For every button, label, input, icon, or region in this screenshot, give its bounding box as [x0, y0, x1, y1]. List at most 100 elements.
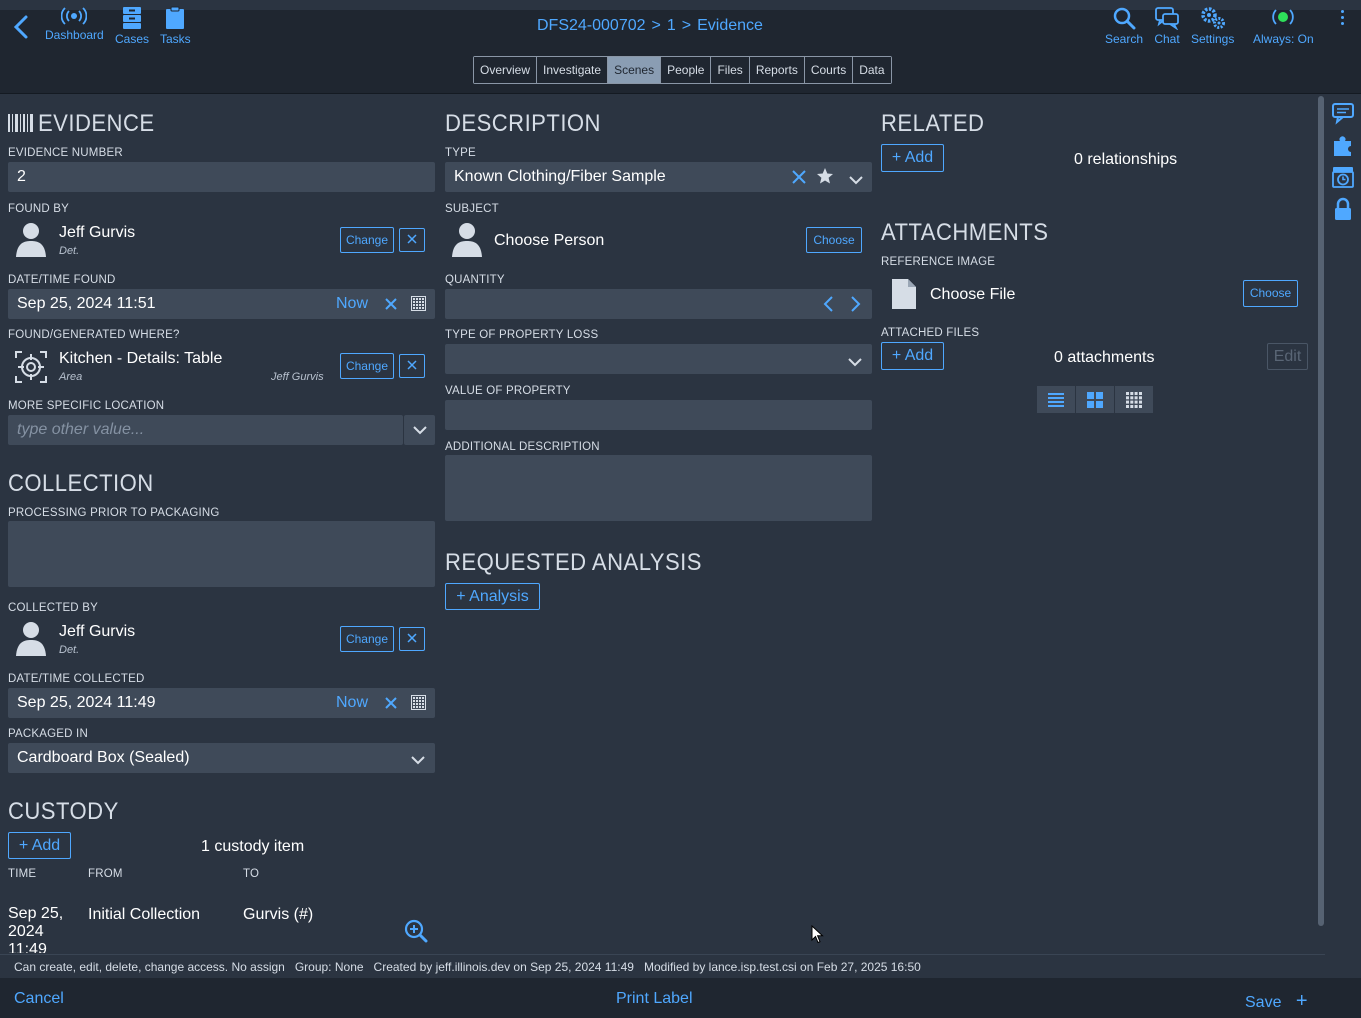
related-add-button[interactable]: + Add: [881, 144, 944, 172]
modified-info: Modified by lance.isp.test.csi on Feb 27…: [643, 960, 921, 974]
calendar-icon[interactable]: [411, 296, 426, 316]
subject-value[interactable]: Choose Person: [494, 232, 604, 250]
side-toolbar: [1330, 100, 1358, 228]
custody-add-button[interactable]: + Add: [8, 832, 71, 859]
nav-always-on[interactable]: Always: On: [1253, 6, 1314, 46]
found-where-name[interactable]: Kitchen - Details: Table: [59, 350, 222, 368]
datetime-collected-now-button[interactable]: Now: [336, 694, 368, 712]
clipboard-icon: [166, 6, 185, 29]
packaged-select[interactable]: Cardboard Box (Sealed): [8, 743, 435, 773]
breadcrumb-case[interactable]: DFS24-000702: [537, 17, 646, 34]
custody-col-time: TIME: [8, 868, 37, 880]
tab-reports[interactable]: Reports: [749, 57, 805, 83]
attachments-add-button[interactable]: + Add: [881, 342, 944, 370]
evidence-number-input[interactable]: 2: [8, 162, 435, 192]
back-icon[interactable]: [10, 14, 34, 40]
area-target-icon: [14, 350, 48, 389]
found-where-change-button[interactable]: Change: [340, 353, 394, 379]
chevron-down-icon[interactable]: [849, 172, 863, 190]
evidence-number-label: EVIDENCE NUMBER: [8, 147, 123, 159]
attachments-edit-button[interactable]: Edit: [1267, 343, 1308, 370]
nav-cases-label: Cases: [115, 32, 150, 46]
chevron-down-icon[interactable]: [411, 752, 425, 770]
type-select[interactable]: Known Clothing/Fiber Sample: [445, 162, 872, 192]
packaged-value: Cardboard Box (Sealed): [17, 749, 190, 766]
found-by-name[interactable]: Jeff Gurvis: [59, 224, 135, 242]
tab-overview[interactable]: Overview: [474, 57, 538, 83]
datetime-found-input[interactable]: Sep 25, 2024 11:51: [8, 289, 435, 319]
lock-icon[interactable]: [1330, 196, 1358, 224]
nav-always-label: Always: On: [1253, 32, 1314, 46]
nav-dashboard[interactable]: Dashboard: [45, 6, 104, 42]
datetime-collected-clear-icon[interactable]: [384, 696, 398, 715]
collected-by-change-button[interactable]: Change: [340, 626, 394, 652]
property-value-input[interactable]: [445, 400, 872, 430]
specific-location-dropdown[interactable]: [404, 415, 435, 445]
found-where-label: FOUND/GENERATED WHERE?: [8, 329, 180, 341]
related-count: 0 relationships: [1074, 151, 1178, 168]
zoom-in-icon[interactable]: [404, 919, 428, 948]
tab-bar: Overview Investigate Scenes People Files…: [473, 56, 892, 84]
nav-chat[interactable]: Chat: [1154, 6, 1180, 46]
more-menu-icon[interactable]: [1338, 10, 1346, 28]
found-by-clear-button[interactable]: [399, 228, 425, 252]
cancel-button[interactable]: Cancel: [14, 990, 64, 1008]
datetime-collected-input[interactable]: Sep 25, 2024 11:49: [8, 688, 435, 718]
type-value: Known Clothing/Fiber Sample: [454, 168, 666, 185]
cabinet-icon: [123, 7, 141, 29]
evidence-heading: EVIDENCE: [38, 110, 155, 137]
person-icon: [14, 620, 48, 661]
type-clear-icon[interactable]: [791, 169, 807, 190]
nav-cases[interactable]: Cases: [115, 6, 149, 46]
tab-courts[interactable]: Courts: [804, 57, 854, 83]
grid-view-icon[interactable]: [1076, 386, 1115, 413]
print-label-button[interactable]: Print Label: [616, 990, 693, 1008]
list-view-icon[interactable]: [1037, 386, 1076, 413]
breadcrumb-scene[interactable]: 1: [667, 17, 676, 34]
calendar-icon[interactable]: [411, 695, 426, 715]
processing-textarea[interactable]: [8, 521, 435, 587]
datetime-found-clear-icon[interactable]: [384, 297, 398, 316]
subject-choose-button[interactable]: Choose: [806, 227, 862, 253]
collected-by-clear-button[interactable]: [399, 627, 425, 651]
tab-investigate[interactable]: Investigate: [537, 57, 609, 83]
additional-description-textarea[interactable]: [445, 455, 872, 521]
chevron-down-icon[interactable]: [848, 354, 862, 372]
reference-image-value[interactable]: Choose File: [930, 286, 1015, 304]
chevron-right-icon[interactable]: [850, 295, 862, 318]
found-by-change-button[interactable]: Change: [340, 227, 394, 253]
specific-location-input[interactable]: type other value...: [8, 415, 403, 445]
custody-add-label: Add: [31, 837, 61, 854]
tab-files[interactable]: Files: [711, 57, 750, 83]
small-grid-view-icon[interactable]: [1115, 386, 1154, 413]
datetime-found-now-button[interactable]: Now: [336, 295, 368, 313]
packaged-label: PACKAGED IN: [8, 728, 88, 740]
collected-by-name[interactable]: Jeff Gurvis: [59, 623, 135, 641]
star-icon[interactable]: [816, 167, 834, 190]
gears-icon: [1200, 7, 1225, 29]
chevron-left-icon[interactable]: [822, 295, 834, 318]
nav-search-label: Search: [1105, 32, 1144, 46]
quantity-stepper[interactable]: [445, 289, 872, 319]
comments-icon[interactable]: [1330, 100, 1358, 128]
nav-settings[interactable]: Settings: [1191, 6, 1234, 46]
history-icon[interactable]: [1330, 164, 1358, 192]
property-value-label: VALUE OF PROPERTY: [445, 385, 571, 397]
found-where-clear-button[interactable]: [399, 354, 425, 378]
access-info: Can create, edit, delete, change access.…: [14, 960, 285, 974]
tab-data[interactable]: Data: [853, 57, 891, 83]
property-loss-select[interactable]: [445, 344, 872, 374]
reference-image-choose-button[interactable]: Choose: [1243, 280, 1298, 307]
table-row[interactable]: Sep 25, 2024 11:49 Initial Collection Gu…: [8, 905, 428, 953]
description-heading: DESCRIPTION: [445, 110, 601, 137]
scrollbar[interactable]: [1318, 96, 1324, 926]
add-analysis-button[interactable]: + Analysis: [445, 583, 540, 610]
tab-scenes[interactable]: Scenes: [608, 57, 662, 83]
save-button[interactable]: Save +: [1245, 990, 1308, 1013]
puzzle-icon[interactable]: [1330, 132, 1358, 160]
tab-people[interactable]: People: [661, 57, 712, 83]
custody-row-to: Gurvis (#): [243, 906, 314, 923]
nav-search[interactable]: Search: [1105, 6, 1143, 46]
nav-tasks[interactable]: Tasks: [160, 6, 191, 46]
person-icon: [450, 221, 484, 262]
